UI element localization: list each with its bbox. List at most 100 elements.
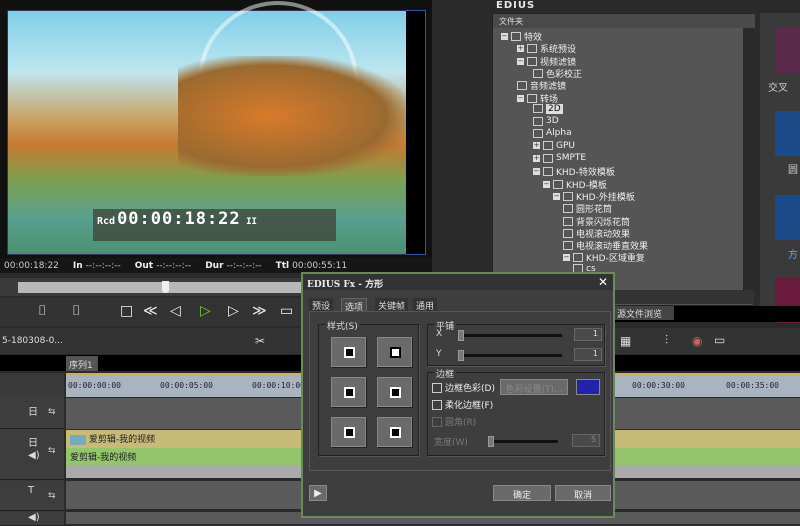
speaker-icon: ◀) xyxy=(28,512,40,523)
border-color-swatch[interactable] xyxy=(576,379,600,395)
expander-icon[interactable]: + xyxy=(517,45,524,53)
width-input[interactable]: 5 xyxy=(572,434,600,447)
tree-item[interactable]: − 视频滤镜 xyxy=(517,55,576,68)
sync-icon[interactable]: ⇆ xyxy=(48,491,56,501)
tree-item[interactable]: − KHD-模板 xyxy=(543,178,607,191)
fast-forward-icon[interactable]: ≫ xyxy=(252,303,267,319)
color-setting-button[interactable]: 色彩设置(T)... xyxy=(500,379,568,395)
tab-options[interactable]: 选项 xyxy=(341,298,368,313)
style-bottom-right-button[interactable] xyxy=(331,377,366,407)
stop-icon[interactable]: □ xyxy=(120,303,133,319)
tile-x-input[interactable]: 1 xyxy=(574,328,602,341)
ok-button[interactable]: 确定 xyxy=(493,485,551,501)
expander-icon[interactable]: − xyxy=(563,254,570,262)
tree-item[interactable]: Alpha xyxy=(533,128,572,138)
rounded-label: 圆角(R) xyxy=(445,418,477,428)
soft-border-checkbox[interactable]: 柔化边框(F) xyxy=(432,398,493,411)
scrub-track[interactable] xyxy=(18,282,302,293)
folder-icon xyxy=(563,204,573,214)
grid-icon[interactable]: ▦ xyxy=(620,334,631,348)
expander-icon[interactable]: − xyxy=(501,33,508,40)
play-icon[interactable]: ▷ xyxy=(200,303,211,319)
vertical-scrollbar[interactable] xyxy=(743,28,755,293)
expander-icon[interactable]: − xyxy=(533,168,540,176)
playhead-handle[interactable] xyxy=(161,281,169,293)
tree-item[interactable]: 电视滚动垂直效果 xyxy=(563,239,648,252)
tile-x-slider[interactable] xyxy=(458,334,562,337)
effect-thumbnail[interactable] xyxy=(775,195,800,240)
tree-item[interactable]: + SMPTE xyxy=(533,153,586,163)
tab-preset[interactable]: 预设 xyxy=(309,298,334,312)
tree-item[interactable]: 3D xyxy=(533,116,559,126)
tree-item[interactable]: − 转场 xyxy=(517,92,558,105)
video-border xyxy=(406,10,426,255)
checkbox-box[interactable] xyxy=(432,399,442,410)
layout-icon[interactable]: ▭ xyxy=(714,333,725,347)
width-slider[interactable] xyxy=(488,440,558,443)
checkbox-box[interactable] xyxy=(432,382,442,393)
expander-icon[interactable]: − xyxy=(517,94,524,102)
tree-item[interactable]: 2D xyxy=(533,103,563,114)
pause-indicator: II xyxy=(246,217,257,227)
tree-item[interactable]: 圆形花筒 xyxy=(563,202,612,215)
sync-icon[interactable]: ⇆ xyxy=(48,446,56,456)
style-center-button[interactable] xyxy=(331,337,366,367)
tile-y-slider[interactable] xyxy=(458,354,562,357)
scrub-bar[interactable] xyxy=(0,278,302,296)
rewind-icon[interactable]: ≪ xyxy=(143,303,158,319)
sync-icon[interactable]: ⇆ xyxy=(48,407,56,417)
mark-in-icon[interactable]: ⌷ xyxy=(38,303,46,319)
loop-icon[interactable]: ▭ xyxy=(280,303,293,319)
color-wheel-icon[interactable]: ◉ xyxy=(692,334,702,348)
tab-source-browser[interactable]: 源文件浏览 xyxy=(614,306,674,320)
preview-play-button[interactable]: ▶ xyxy=(309,485,327,501)
tree-item[interactable]: 背景闪烁花筒 xyxy=(563,215,630,228)
tab-keyframe[interactable]: 关键帧 xyxy=(375,298,409,312)
border-color-checkbox[interactable]: 边框色彩(D) xyxy=(432,381,495,394)
style-bottom-left-button[interactable] xyxy=(377,377,412,407)
rounded-checkbox[interactable]: 圆角(R) xyxy=(432,415,476,428)
track-header-title[interactable]: T ⇆ xyxy=(0,481,64,511)
cancel-button[interactable]: 取消 xyxy=(555,485,611,501)
tree-item[interactable]: − KHD-特效模板 xyxy=(533,165,615,178)
style-top-left-button[interactable] xyxy=(377,417,412,447)
tile-x-knob[interactable] xyxy=(458,330,464,341)
tree-item[interactable]: 色彩校正 xyxy=(533,67,582,80)
tree-item[interactable]: − KHD-外挂模板 xyxy=(553,190,635,203)
expander-icon[interactable]: − xyxy=(543,180,550,188)
ttl-label: Ttl xyxy=(275,260,290,271)
cut-icon[interactable]: ✂ xyxy=(255,334,265,348)
style-cross-button[interactable] xyxy=(377,337,412,367)
tab-sequence[interactable]: 序列1 xyxy=(66,356,98,371)
tile-y-input[interactable]: 1 xyxy=(574,348,602,361)
tab-general[interactable]: 通用 xyxy=(413,298,438,312)
expander-icon[interactable]: − xyxy=(517,57,524,65)
folder-tree-panel: 文件夹 − 特效 + 系统预设 − 视频滤镜 色彩校正 音频滤镜 − 转场 2D 3D Alpha + GP… xyxy=(492,13,755,306)
track-header-va[interactable]: 日 ◀) ⇆ xyxy=(0,430,64,480)
checkbox-box[interactable] xyxy=(432,416,442,427)
step-back-icon[interactable]: ◁ xyxy=(170,303,181,319)
tree-item[interactable]: + 系统预设 xyxy=(517,42,576,55)
effect-thumbnail[interactable] xyxy=(775,111,800,156)
effect-thumbnail[interactable] xyxy=(775,28,800,73)
tree-item[interactable]: − KHD-区域重复 xyxy=(563,251,645,264)
expander-icon[interactable]: + xyxy=(533,154,540,162)
tree-item[interactable]: 音频滤镜 xyxy=(517,79,566,92)
tree-item[interactable]: + GPU xyxy=(533,141,575,151)
style-top-right-button[interactable] xyxy=(331,417,366,447)
mixer-icon[interactable]: ⫶ xyxy=(665,333,668,348)
close-icon[interactable]: ✕ xyxy=(598,275,608,289)
tree-item[interactable]: 电视滚动效果 xyxy=(563,227,630,240)
mark-out-icon[interactable]: ⌷ xyxy=(72,303,80,319)
current-timecode: 00:00:18:22 xyxy=(4,260,59,271)
expander-icon[interactable]: − xyxy=(553,192,560,200)
tree-item-label: 音频滤镜 xyxy=(530,82,567,93)
tile-y-knob[interactable] xyxy=(458,350,464,361)
width-knob[interactable] xyxy=(488,436,494,447)
in-label: In xyxy=(72,260,83,271)
tree-item-label: 特效 xyxy=(524,33,543,43)
tree-item[interactable]: − 特效 xyxy=(501,30,542,43)
track-header-video[interactable]: 日 ⇆ xyxy=(0,397,64,429)
step-forward-icon[interactable]: ▷ xyxy=(228,303,239,319)
expander-icon[interactable]: + xyxy=(533,142,540,150)
